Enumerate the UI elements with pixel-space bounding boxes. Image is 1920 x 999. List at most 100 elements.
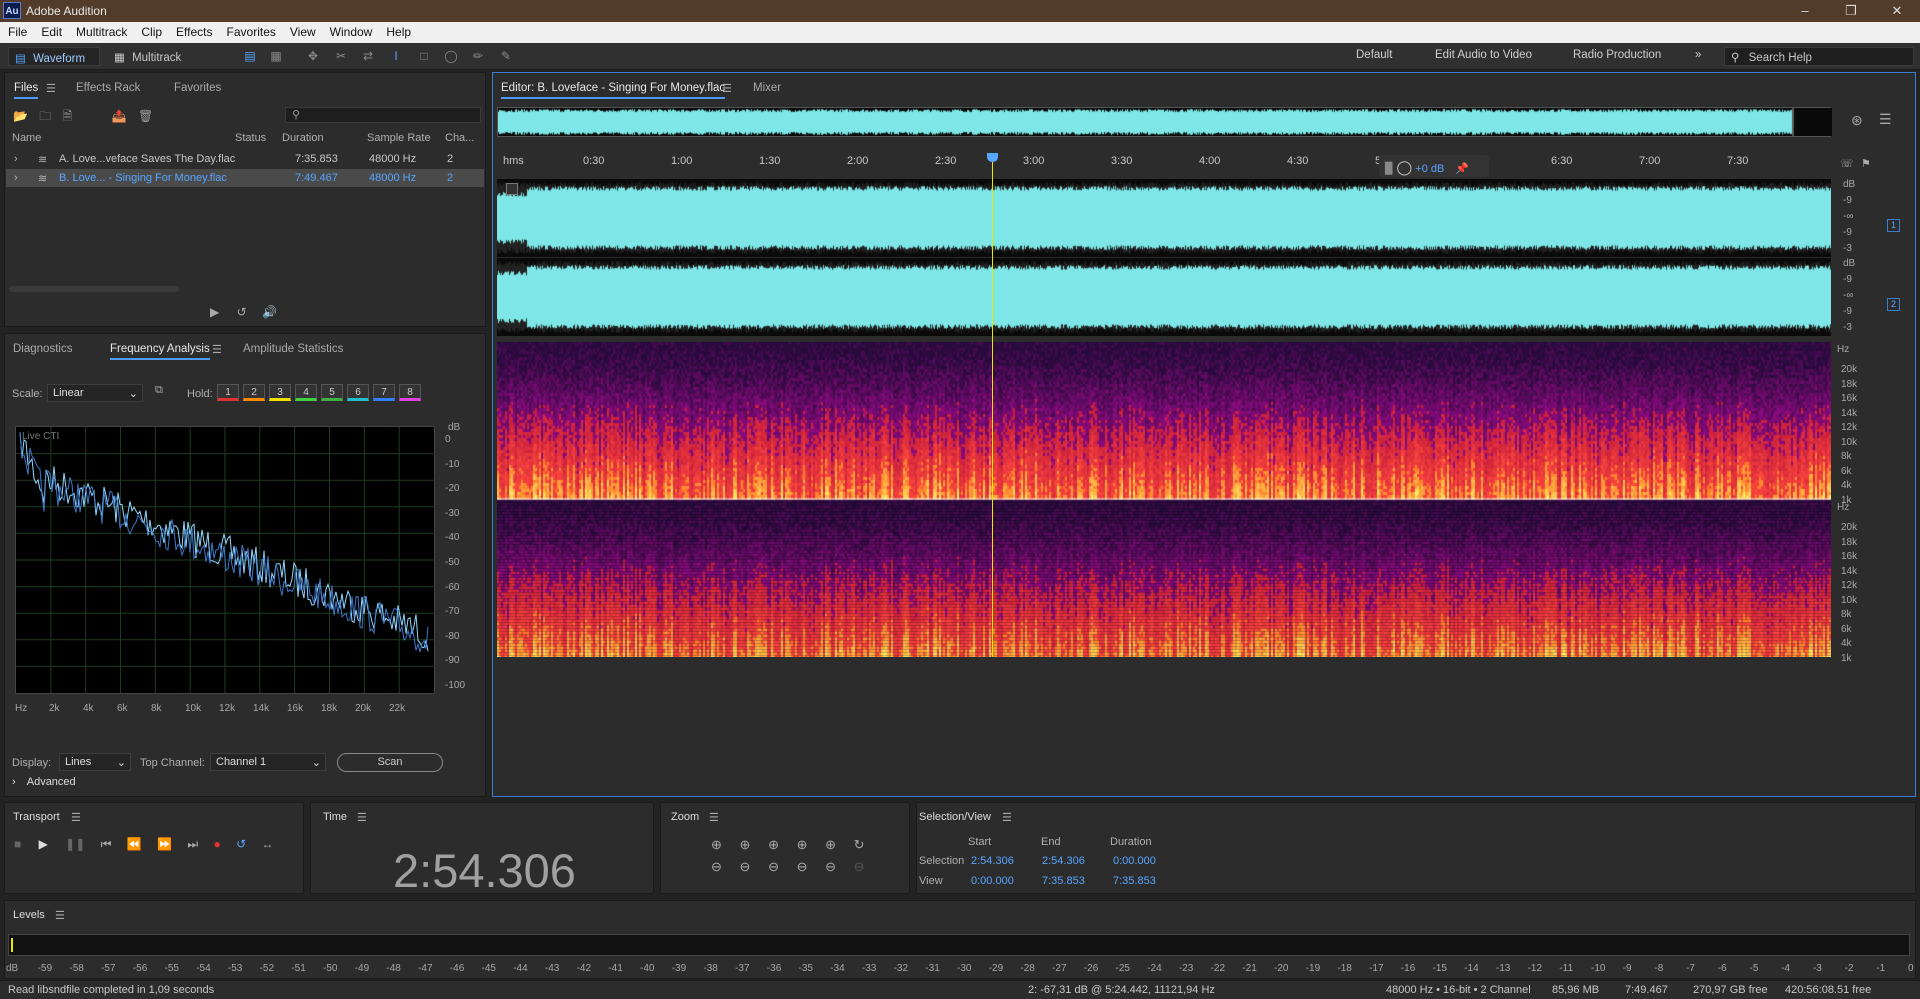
zoom-in-time-icon[interactable]: ⊕ bbox=[740, 837, 751, 852]
hold-button-1[interactable]: 1 bbox=[217, 384, 239, 401]
table-row[interactable]: › ≋ B. Love... - Singing For Money.flac … bbox=[6, 169, 484, 187]
multitrack-view-button[interactable]: ▦ Multitrack bbox=[108, 47, 198, 66]
playhead[interactable] bbox=[986, 153, 998, 657]
hold-button-2[interactable]: 2 bbox=[243, 384, 265, 401]
zoom-selection-icon[interactable]: ⊖ bbox=[797, 859, 808, 874]
zoom-in-right-icon[interactable]: ⊕ bbox=[825, 837, 836, 852]
menu-file[interactable]: File bbox=[8, 22, 27, 39]
multi-copy-icon[interactable]: ⧉ bbox=[155, 384, 163, 397]
hold-button-3[interactable]: 3 bbox=[269, 384, 291, 401]
column-name[interactable]: Name bbox=[12, 132, 41, 144]
insert-icon[interactable]: 📤 bbox=[112, 109, 127, 123]
zoom-reset-icon[interactable]: ↻ bbox=[854, 837, 865, 852]
column-duration[interactable]: Duration bbox=[282, 132, 324, 144]
search-help-field[interactable]: ⚲ Search Help bbox=[1724, 47, 1914, 66]
tab-frequency-analysis[interactable]: Frequency Analysis bbox=[110, 343, 210, 360]
zoom-to-selection-icon[interactable]: ⊖ bbox=[825, 859, 836, 874]
record-icon[interactable]: ● bbox=[214, 837, 221, 851]
delete-icon[interactable]: 🗑 bbox=[138, 109, 153, 123]
display-dropdown[interactable]: Lines ⌄ bbox=[59, 753, 131, 771]
waveform-channel-1[interactable] bbox=[497, 179, 1831, 257]
zoom-in-frequency-icon[interactable]: ⊕ bbox=[768, 837, 779, 852]
selection-view-menu-icon[interactable]: ☰ bbox=[1002, 811, 1012, 824]
waveform-view-button[interactable]: ▤ Waveform bbox=[8, 47, 100, 66]
marker-icon[interactable]: ⚑ bbox=[1861, 157, 1871, 170]
zoom-out-full-icon[interactable]: ⊖ bbox=[768, 859, 779, 874]
expand-icon[interactable]: › bbox=[14, 153, 18, 165]
stop-icon[interactable]: ■ bbox=[14, 837, 21, 851]
workspace-edit-audio-to-video[interactable]: Edit Audio to Video bbox=[1435, 49, 1532, 61]
loop-icon[interactable]: ↺ bbox=[236, 837, 246, 851]
scale-dropdown[interactable]: Linear ⌄ bbox=[47, 384, 143, 402]
frequency-display-icon[interactable]: ▤ bbox=[242, 48, 258, 64]
zoom-in-left-icon[interactable]: ⊕ bbox=[797, 837, 808, 852]
selection-duration[interactable]: 0:00.000 bbox=[1113, 855, 1156, 867]
menu-favorites[interactable]: Favorites bbox=[227, 22, 276, 39]
analysis-panel-menu-icon[interactable]: ☰ bbox=[212, 343, 222, 356]
move-tool-icon[interactable]: ✥ bbox=[305, 48, 321, 64]
tab-diagnostics[interactable]: Diagnostics bbox=[13, 343, 72, 355]
go-to-end-icon[interactable]: ⏭ bbox=[187, 837, 198, 851]
column-sample-rate[interactable]: Sample Rate bbox=[367, 132, 431, 144]
spectral-display[interactable] bbox=[497, 342, 1831, 657]
channel-menu-icon[interactable]: ☰ bbox=[1879, 111, 1892, 128]
workspace-overflow-icon[interactable]: » bbox=[1695, 49, 1701, 61]
zoom-out-time-icon[interactable]: ⊖ bbox=[740, 859, 751, 874]
go-to-start-icon[interactable]: ⏮ bbox=[101, 837, 112, 851]
open-file-icon[interactable]: 📂 bbox=[13, 109, 28, 123]
menu-multitrack[interactable]: Multitrack bbox=[76, 22, 127, 39]
spectral-display-icon[interactable]: ▦ bbox=[268, 48, 284, 64]
scan-button[interactable]: Scan bbox=[337, 753, 443, 772]
slip-tool-icon[interactable]: ⇄ bbox=[360, 48, 376, 64]
view-start[interactable]: 0:00.000 bbox=[971, 875, 1014, 887]
zoom-in-amplitude-icon[interactable]: ⊕ bbox=[711, 837, 722, 852]
files-panel-menu-icon[interactable]: ☰ bbox=[46, 82, 56, 95]
menu-clip[interactable]: Clip bbox=[141, 22, 162, 39]
top-channel-dropdown[interactable]: Channel 1 ⌄ bbox=[210, 753, 326, 771]
time-display[interactable]: 2:54.306 bbox=[393, 843, 576, 898]
files-scrollbar[interactable] bbox=[9, 286, 179, 292]
loop-preview-icon[interactable]: ↺ bbox=[237, 305, 247, 319]
zoom-out-amplitude-icon[interactable]: ⊖ bbox=[711, 859, 722, 874]
selection-start[interactable]: 2:54.306 bbox=[971, 855, 1014, 867]
column-status[interactable]: Status bbox=[235, 132, 266, 144]
column-channels[interactable]: Cha... bbox=[445, 132, 474, 144]
zoom-menu-icon[interactable]: ☰ bbox=[709, 811, 719, 824]
fast-forward-icon[interactable]: ⏩ bbox=[157, 837, 172, 851]
razor-tool-icon[interactable]: ✂ bbox=[333, 48, 349, 64]
menu-edit[interactable]: Edit bbox=[41, 22, 62, 39]
tab-effects-rack[interactable]: Effects Rack bbox=[76, 82, 140, 94]
hold-button-4[interactable]: 4 bbox=[295, 384, 317, 401]
close-icon[interactable]: ✕ bbox=[1874, 0, 1920, 22]
skip-icon[interactable]: ↔ bbox=[262, 837, 274, 851]
waveform-channel-2[interactable] bbox=[497, 258, 1831, 336]
lasso-tool-icon[interactable]: ◯ bbox=[443, 48, 459, 64]
hold-button-7[interactable]: 7 bbox=[373, 384, 395, 401]
play-preview-icon[interactable]: ▶ bbox=[210, 305, 219, 319]
playhead-handle[interactable] bbox=[986, 153, 998, 162]
hold-button-8[interactable]: 8 bbox=[399, 384, 421, 401]
view-duration[interactable]: 7:35.853 bbox=[1113, 875, 1156, 887]
minimize-icon[interactable]: – bbox=[1782, 0, 1828, 22]
table-row[interactable]: › ≋ A. Love...veface Saves The Day.flac … bbox=[6, 150, 484, 168]
marquee-tool-icon[interactable]: □ bbox=[416, 48, 432, 64]
selection-end[interactable]: 2:54.306 bbox=[1042, 855, 1085, 867]
channel-1-badge[interactable]: 1 bbox=[1887, 219, 1900, 232]
brush-tool-icon[interactable]: ✏ bbox=[470, 48, 486, 64]
restore-icon[interactable]: ❐ bbox=[1828, 0, 1874, 22]
advanced-toggle[interactable]: › Advanced bbox=[12, 776, 76, 788]
tab-editor[interactable]: Editor: B. Loveface - Singing For Money.… bbox=[501, 82, 726, 99]
zoom-vertical-icon[interactable]: ⊛ bbox=[1851, 112, 1863, 129]
play-icon[interactable]: ▶ bbox=[39, 837, 48, 851]
rewind-icon[interactable]: ⏪ bbox=[127, 837, 142, 851]
files-search-input[interactable]: ⚲ bbox=[285, 107, 481, 123]
pause-icon[interactable]: ❚❚ bbox=[65, 837, 85, 851]
menu-help[interactable]: Help bbox=[386, 22, 411, 39]
workspace-radio-production[interactable]: Radio Production bbox=[1573, 49, 1661, 61]
expand-icon[interactable]: › bbox=[14, 172, 18, 184]
workspace-default[interactable]: Default bbox=[1356, 49, 1392, 61]
editor-panel-menu-icon[interactable]: ☰ bbox=[722, 82, 732, 95]
time-menu-icon[interactable]: ☰ bbox=[357, 811, 367, 824]
tab-files[interactable]: Files bbox=[14, 82, 39, 99]
tab-favorites[interactable]: Favorites bbox=[174, 82, 221, 94]
